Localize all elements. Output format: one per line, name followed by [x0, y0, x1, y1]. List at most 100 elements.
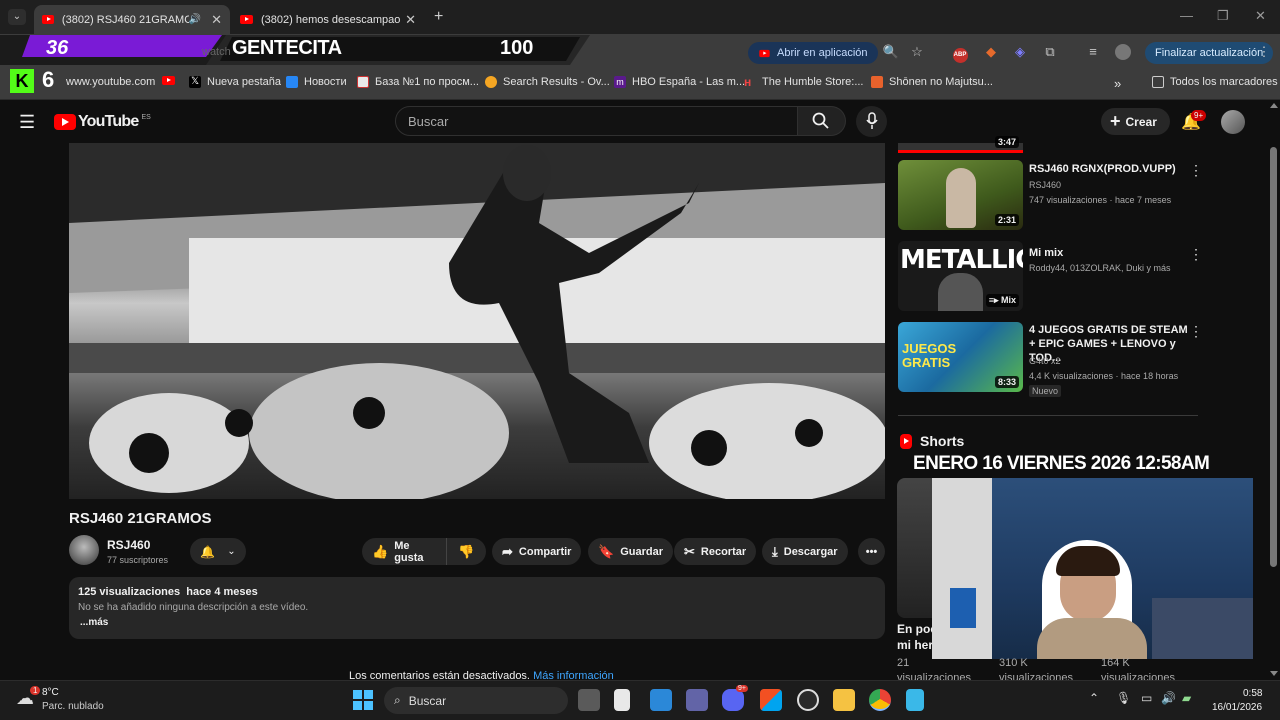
bookmark-star-icon[interactable]: ☆: [908, 44, 926, 60]
more-options-icon[interactable]: ⋮: [1189, 246, 1203, 263]
bookmark-item[interactable]: [162, 76, 175, 85]
account-avatar[interactable]: [1221, 110, 1245, 134]
media-control-icon[interactable]: ≡: [1084, 44, 1102, 59]
open-in-app-button[interactable]: Abrir en aplicación: [748, 42, 878, 64]
extensions-puzzle-icon[interactable]: ⧉: [1041, 44, 1059, 60]
create-button[interactable]: + Crear: [1101, 108, 1170, 135]
bookmark-item[interactable]: Search Results - Ov...: [485, 76, 610, 88]
bookmark-item[interactable]: www.youtube.com: [66, 76, 155, 88]
kick-logo: K: [10, 69, 34, 93]
close-window-icon[interactable]: ✕: [1255, 8, 1266, 24]
task-view-icon[interactable]: [578, 689, 600, 711]
clock-date[interactable]: 16/01/2026: [1212, 702, 1262, 713]
teams-icon[interactable]: [686, 689, 708, 711]
notifications-button[interactable]: 🔔 9+: [1181, 110, 1207, 132]
duration-badge: 2:31: [994, 214, 1019, 226]
weather-widget[interactable]: ☁ 1 8°C Parc. nublado: [14, 686, 114, 714]
video-thumbnail[interactable]: 2:31: [898, 160, 1023, 230]
short-views: 164 K: [1101, 657, 1130, 669]
more-actions-button[interactable]: •••: [858, 538, 885, 565]
profile-avatar-icon[interactable]: [1114, 44, 1132, 63]
voice-search-button[interactable]: [856, 106, 887, 137]
shorts-logo-icon: [900, 433, 912, 449]
tray-overflow-icon[interactable]: ⌃: [1089, 691, 1099, 705]
overlay-name: GENTECITA: [232, 37, 342, 59]
bookmark-item[interactable]: ʜ The Humble Store:...: [744, 76, 864, 88]
notification-badge: 9+: [1191, 110, 1207, 121]
tab-inactive[interactable]: (3802) hemos desescampao de ✕: [232, 5, 424, 34]
minimize-icon[interactable]: —: [1180, 8, 1193, 23]
channel-name[interactable]: RSJ460: [1029, 180, 1061, 190]
short-title[interactable]: En poc: [897, 622, 937, 636]
extension-diamond-icon[interactable]: ◈: [1011, 44, 1029, 60]
video-title[interactable]: Mi mix: [1029, 246, 1189, 260]
save-button[interactable]: 🔖 Guardar: [588, 538, 673, 565]
bookmark-item[interactable]: База №1 по просм...: [357, 76, 479, 88]
dislike-button[interactable]: 👎: [446, 538, 486, 565]
all-bookmarks-button[interactable]: Todos los marcadores: [1152, 76, 1278, 88]
search-input[interactable]: Buscar: [395, 106, 798, 136]
thumbs-up-icon: 👍: [372, 543, 389, 559]
extension-fox-icon[interactable]: ◆: [982, 44, 1000, 60]
prev-thumbnail[interactable]: 3:47: [898, 136, 1023, 153]
video-thumbnail[interactable]: JUEGOS GRATIS 8:33: [898, 322, 1023, 392]
close-tab-icon[interactable]: ✕: [405, 12, 416, 28]
mail-icon[interactable]: [650, 689, 672, 711]
video-player[interactable]: [69, 143, 885, 499]
more-options-icon[interactable]: ⋮: [1189, 162, 1203, 179]
adblock-icon[interactable]: ABP: [951, 44, 969, 63]
mix-thumbnail[interactable]: METALLIC ≡▸ Mix: [898, 241, 1023, 311]
overlay-right-number: 100: [500, 37, 534, 59]
search-button[interactable]: [798, 106, 846, 136]
channel-name[interactable]: G4t0 x2: [1029, 356, 1061, 366]
microphone-tray-icon[interactable]: 🎙: [1116, 691, 1131, 705]
speaker-icon[interactable]: 🔊: [189, 14, 201, 25]
file-explorer-icon[interactable]: [833, 689, 855, 711]
zoom-icon[interactable]: 🔍: [882, 44, 900, 60]
chrome-icon[interactable]: [869, 689, 891, 711]
close-tab-icon[interactable]: ✕: [211, 12, 222, 28]
scroll-down-icon[interactable]: [1270, 671, 1278, 676]
like-button[interactable]: 👍 Me gusta: [362, 538, 446, 565]
steam-icon[interactable]: [797, 689, 819, 711]
store-icon[interactable]: [760, 689, 782, 711]
video-title[interactable]: RSJ460 RGNX(PROD.VUPP): [1029, 162, 1189, 176]
bookmark-item[interactable]: 𝕏 Nueva pestaña: [189, 76, 281, 88]
subscribe-bell-button[interactable]: 🔔 ⌄: [190, 538, 246, 565]
file-icon[interactable]: [614, 689, 630, 711]
youtube-favicon-icon: [162, 76, 175, 85]
menu-kebab-icon[interactable]: ⋮: [1255, 44, 1273, 60]
volume-icon[interactable]: 🔊: [1161, 691, 1176, 705]
maximize-icon[interactable]: ❐: [1217, 8, 1229, 24]
scrollbar-thumb[interactable]: [1270, 147, 1277, 567]
page-scrollbar[interactable]: [1268, 101, 1280, 680]
share-button[interactable]: ➦ Compartir: [492, 538, 582, 565]
discord-icon[interactable]: 9+: [722, 685, 748, 711]
tab-active[interactable]: (3802) RSJ460 21GRAMOS 🔊 ✕: [34, 5, 230, 34]
youtube-logo[interactable]: YouTube ES: [54, 113, 151, 131]
scroll-up-icon[interactable]: [1270, 103, 1278, 108]
more-options-icon[interactable]: ⋮: [1189, 323, 1203, 340]
channel-avatar[interactable]: [69, 535, 99, 565]
weather-condition: Parc. nublado: [42, 701, 104, 712]
channel-name[interactable]: RSJ460: [107, 538, 150, 552]
taskbar-search[interactable]: ⌕ Buscar: [384, 687, 568, 714]
network-icon[interactable]: ▭: [1141, 691, 1152, 705]
clock-time[interactable]: 0:58: [1243, 688, 1262, 699]
bookmark-item[interactable]: m HBO España - Las m...: [614, 76, 745, 88]
short-thumbnail[interactable]: [897, 478, 937, 618]
start-button[interactable]: [353, 690, 373, 710]
tab-search-button[interactable]: ⌄: [8, 9, 26, 25]
bookmark-item[interactable]: Новости: [286, 76, 347, 88]
bookmark-item[interactable]: Shōnen no Majutsu...: [871, 76, 993, 88]
bookmarks-overflow-icon[interactable]: »: [1114, 76, 1121, 91]
clip-button[interactable]: ✂ Recortar: [674, 538, 757, 565]
battery-icon[interactable]: ▰: [1182, 691, 1191, 705]
download-button[interactable]: ⤓ Descargar: [762, 538, 848, 565]
show-more-link[interactable]: ...más: [80, 617, 108, 628]
finish-update-button[interactable]: Finalizar actualización: [1145, 42, 1274, 64]
x-logo-icon: 𝕏: [189, 76, 201, 88]
new-tab-button[interactable]: +: [434, 8, 443, 26]
hamburger-menu-icon[interactable]: ☰: [19, 112, 35, 133]
notepad-icon[interactable]: [906, 689, 924, 711]
